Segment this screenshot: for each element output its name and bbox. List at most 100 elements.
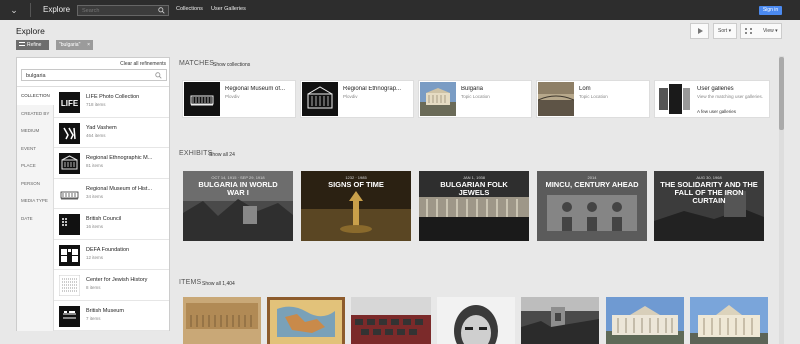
- search-input[interactable]: [82, 6, 157, 15]
- app-title: Explore: [43, 5, 71, 14]
- exhibits-title: EXHIBITS: [179, 150, 213, 157]
- collection-count: 16 items: [86, 224, 104, 229]
- match-title: User galleries: [697, 86, 734, 92]
- match-title: Bulgaria: [461, 86, 484, 92]
- view-label: View ▾: [763, 28, 778, 34]
- show-collections-link[interactable]: Show collections: [213, 62, 250, 68]
- match-subtitle: Plovdiv: [225, 94, 240, 99]
- collection-name: Yad Vashem: [86, 124, 117, 131]
- list-item[interactable]: British Council 16 items: [54, 209, 169, 240]
- exhibit-card[interactable]: 2014 MINCU, CENTURY AHEAD: [537, 171, 647, 241]
- yad-vashem-logo: [59, 122, 80, 144]
- category-place[interactable]: PLACE: [17, 157, 53, 175]
- search-icon[interactable]: [155, 72, 162, 79]
- collection-name: British Council: [86, 216, 122, 222]
- grid-icon: [745, 28, 752, 34]
- sort-button[interactable]: Sort ▾: [713, 23, 737, 39]
- chevron-down-icon[interactable]: ⌄: [8, 5, 20, 15]
- list-item[interactable]: DEFA Foundation 12 items: [54, 240, 169, 270]
- clear-all-link[interactable]: Clear all refinements: [120, 61, 166, 67]
- filter-box[interactable]: [21, 69, 167, 81]
- filter-input[interactable]: [26, 71, 146, 80]
- category-person[interactable]: PERSON: [17, 175, 53, 193]
- refine-label: Refine: [27, 42, 42, 48]
- item-thumbnail[interactable]: [437, 297, 515, 344]
- show-all-exhibits-link[interactable]: Show all 24: [209, 152, 235, 158]
- search-icon[interactable]: [158, 7, 165, 14]
- user-galleries-link[interactable]: A few user galleries: [697, 109, 736, 114]
- exhibit-card[interactable]: AUG 30, 1968 THE SOLIDARITY AND THE FALL…: [654, 171, 764, 241]
- ethnographic-logo: [302, 82, 338, 116]
- filter-chip[interactable]: "bulgaria" ×: [56, 40, 93, 50]
- category-created-by[interactable]: CREATED BY: [17, 105, 53, 123]
- list-item[interactable]: British Museum 7 items: [54, 301, 169, 331]
- menu-icon: [19, 41, 25, 46]
- category-date[interactable]: DATE: [17, 210, 53, 228]
- nav-user-galleries[interactable]: User Galleries: [211, 6, 246, 12]
- collection-count: 81 items: [86, 163, 104, 168]
- defa-logo: [59, 244, 80, 266]
- match-subtitle: Topic Location: [579, 94, 608, 99]
- top-bar: ⌄ Explore Collections User Galleries Sig…: [0, 0, 800, 20]
- bulgaria-photo: [420, 82, 456, 116]
- exhibit-title: BULGARIA IN WORLD WAR I: [198, 180, 278, 197]
- match-title: Regional Ethnograp...: [343, 86, 402, 92]
- exhibit-title: MINCU, CENTURY AHEAD: [545, 180, 639, 189]
- item-thumbnail[interactable]: [521, 297, 599, 344]
- match-card[interactable]: Regional Museum of... Plovdiv: [182, 80, 296, 118]
- category-collection[interactable]: COLLECTION: [17, 87, 54, 105]
- collection-name: British Museum: [86, 307, 124, 314]
- collection-name: Regional Museum of Hist...: [86, 185, 153, 192]
- item-thumbnail[interactable]: [267, 297, 345, 344]
- refine-button[interactable]: Refine: [16, 40, 49, 50]
- nav-collections[interactable]: Collections: [176, 6, 203, 12]
- page-title: Explore: [16, 26, 45, 36]
- british-council-logo: [59, 214, 80, 235]
- match-subtitle: Plovdiv: [343, 94, 358, 99]
- exhibit-card[interactable]: 1232 · 1985 SIGNS OF TIME: [301, 171, 411, 241]
- exhibit-title: SIGNS OF TIME: [328, 180, 384, 189]
- category-list: COLLECTION CREATED BY MEDIUM EVENT PLACE…: [17, 87, 54, 331]
- category-media-type[interactable]: MEDIA TYPE: [17, 192, 53, 210]
- item-thumbnail[interactable]: [351, 297, 431, 344]
- exhibit-card[interactable]: JAN 1, 1938 BULGARIAN FOLK JEWELS: [419, 171, 529, 241]
- search-box[interactable]: [77, 5, 169, 16]
- item-thumbnail[interactable]: [690, 297, 768, 344]
- gallery-collage: [656, 82, 692, 116]
- refine-panel: Clear all refinements COLLECTION CREATED…: [16, 57, 170, 331]
- match-card[interactable]: Bulgaria Topic Location: [418, 80, 532, 118]
- category-medium[interactable]: MEDIUM: [17, 122, 53, 140]
- close-icon[interactable]: ×: [87, 40, 90, 50]
- item-thumbnail[interactable]: [183, 297, 261, 344]
- list-item[interactable]: Regional Ethnographic M... 81 items: [54, 148, 169, 179]
- collection-name: DEFA Foundation: [86, 246, 130, 253]
- list-item[interactable]: LIFE LIFE Photo Collection 718 items: [54, 87, 169, 118]
- play-icon: [698, 28, 703, 34]
- show-all-items-link[interactable]: Show all 1,404: [202, 281, 235, 287]
- sign-in-button[interactable]: Sign in: [759, 6, 782, 15]
- match-card[interactable]: User galleries View the matching user ga…: [654, 80, 770, 118]
- list-item[interactable]: Center for Jewish History 8 items: [54, 270, 169, 301]
- play-button[interactable]: [690, 23, 709, 39]
- chip-label: "bulgaria": [59, 42, 81, 48]
- match-card[interactable]: Regional Ethnograp... Plovdiv: [300, 80, 414, 118]
- matches-title: MATCHES: [179, 60, 215, 67]
- life-logo: LIFE: [59, 92, 80, 113]
- collection-count: 718 items: [86, 102, 106, 107]
- list-item[interactable]: Yad Vashem 464 items: [54, 118, 169, 148]
- list-item[interactable]: Regional Museum of Hist... 34 items: [54, 179, 169, 209]
- match-card[interactable]: Lom Topic Location: [536, 80, 650, 118]
- exhibit-title: THE SOLIDARITY AND THE FALL OF THE IRON …: [660, 180, 758, 205]
- item-thumbnail[interactable]: [606, 297, 684, 344]
- collection-name: LIFE Photo Collection: [86, 94, 140, 100]
- exhibit-card[interactable]: OCT 14, 1915 · SEP 29, 1918 BULGARIA IN …: [183, 171, 293, 241]
- collection-results: LIFE LIFE Photo Collection 718 items Yad…: [54, 87, 169, 331]
- match-subtitle: View the matching user galleries.: [697, 94, 763, 99]
- collection-count: 34 items: [86, 193, 104, 199]
- collection-count: 7 items: [86, 315, 101, 321]
- sort-label: Sort: [718, 28, 728, 34]
- scrollbar-thumb[interactable]: [779, 57, 784, 130]
- category-event[interactable]: EVENT: [17, 140, 53, 158]
- view-button[interactable]: View ▾: [740, 23, 782, 39]
- museum-logo: [184, 82, 220, 116]
